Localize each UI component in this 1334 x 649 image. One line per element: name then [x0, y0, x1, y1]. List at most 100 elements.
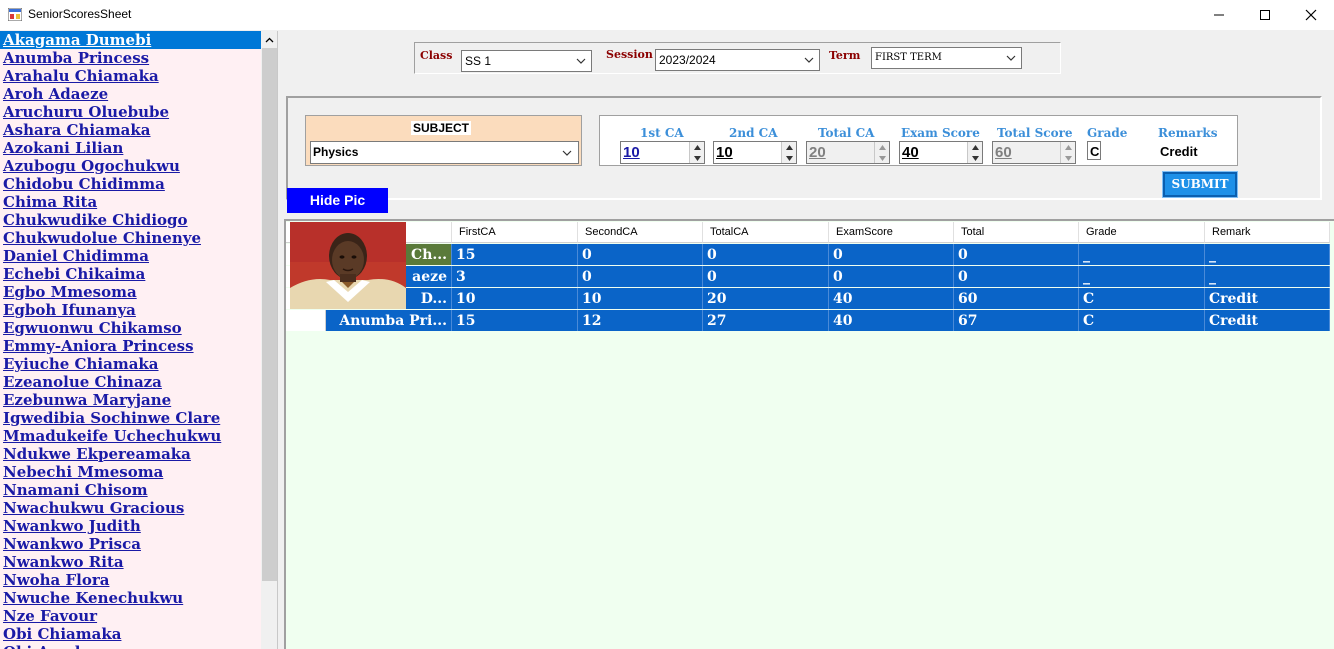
spinner-arrows[interactable] [967, 142, 982, 163]
first-ca-spinner[interactable]: 10 [620, 141, 705, 164]
student-list-item[interactable]: Ashara Chiamaka [0, 121, 261, 139]
table-row[interactable]: Anumba Pri... 15 12 27 40 67 C Credit [286, 310, 1330, 332]
table-cell-total[interactable]: 67 [954, 310, 1079, 331]
table-row[interactable]: D... 10 10 20 40 60 C Credit [286, 288, 1330, 310]
subject-select[interactable]: Physics [310, 141, 579, 164]
spin-up-icon[interactable] [968, 142, 982, 152]
table-cell-firstca[interactable]: 15 [452, 310, 578, 331]
scroll-thumb[interactable] [262, 48, 277, 581]
student-list-item[interactable]: Chukwudolue Chinenye [0, 229, 261, 247]
column-header-remark[interactable]: Remark [1205, 222, 1330, 243]
student-list-item[interactable]: Mmadukeife Uchechukwu [0, 427, 261, 445]
student-list-item[interactable]: Chukwudike Chidiogo [0, 211, 261, 229]
spin-down-icon[interactable] [690, 153, 704, 163]
table-cell-total[interactable]: 0 [954, 266, 1079, 287]
name-cell[interactable]: Anumba Pri... [326, 310, 452, 331]
student-list-item[interactable]: Chima Rita [0, 193, 261, 211]
table-cell-totalca[interactable]: 20 [703, 288, 829, 309]
table-cell-grade[interactable]: _ [1079, 266, 1205, 287]
table-cell-grade[interactable]: C [1079, 310, 1205, 331]
spin-up-icon[interactable] [690, 142, 704, 152]
student-list-item[interactable]: Azokani Lilian [0, 139, 261, 157]
spinner-arrows[interactable] [781, 142, 796, 163]
table-cell-examscore[interactable]: 0 [829, 244, 954, 265]
table-cell-firstca[interactable]: 15 [452, 244, 578, 265]
table-row[interactable]: Ch... 15 0 0 0 0 _ _ [286, 244, 1330, 266]
scroll-up-button[interactable] [261, 31, 277, 48]
grade-field[interactable]: C [1087, 141, 1101, 160]
table-cell-remark[interactable]: _ [1205, 244, 1330, 265]
student-list-item[interactable]: Nwankwo Judith [0, 517, 261, 535]
table-cell-remark[interactable]: Credit [1205, 288, 1330, 309]
table-cell-totalca[interactable]: 0 [703, 266, 829, 287]
student-list-item[interactable]: Akagama Dumebi [0, 31, 261, 49]
column-header-firstca[interactable]: FirstCA [452, 222, 578, 243]
student-list-item[interactable]: Egboh Ifunanya [0, 301, 261, 319]
table-cell-firstca[interactable]: 10 [452, 288, 578, 309]
table-cell-secondca[interactable]: 10 [578, 288, 703, 309]
table-cell-secondca[interactable]: 0 [578, 266, 703, 287]
term-select[interactable]: FIRST TERM [871, 47, 1022, 69]
student-list-item[interactable]: Azubogu Ogochukwu [0, 157, 261, 175]
hide-pic-button[interactable]: Hide Pic [287, 188, 388, 213]
student-list-item[interactable]: Ezeanolue Chinaza [0, 373, 261, 391]
student-list-item[interactable]: Nwankwo Rita [0, 553, 261, 571]
student-list-item[interactable]: Nwachukwu Gracious [0, 499, 261, 517]
student-list-item[interactable]: Nwoha Flora [0, 571, 261, 589]
table-cell-total[interactable]: 60 [954, 288, 1079, 309]
table-cell-remark[interactable]: _ [1205, 266, 1330, 287]
list-scrollbar[interactable] [261, 31, 277, 649]
student-list-item[interactable]: Ndukwe Ekpereamaka [0, 445, 261, 463]
student-list-item[interactable]: Aruchuru Oluebube [0, 103, 261, 121]
session-select[interactable]: 2023/2024 [655, 49, 820, 71]
table-cell-examscore[interactable]: 0 [829, 266, 954, 287]
table-cell-grade[interactable]: _ [1079, 244, 1205, 265]
table-cell-grade[interactable]: C [1079, 288, 1205, 309]
table-cell-secondca[interactable]: 12 [578, 310, 703, 331]
table-cell-firstca[interactable]: 3 [452, 266, 578, 287]
student-list-item[interactable]: Echebi Chikaima [0, 265, 261, 283]
student-list-item[interactable]: Obi Chiamaka [0, 625, 261, 643]
table-cell-examscore[interactable]: 40 [829, 310, 954, 331]
student-list-item[interactable]: Nwankwo Prisca [0, 535, 261, 553]
student-list-item[interactable]: Aroh Adaeze [0, 85, 261, 103]
spin-down-icon[interactable] [968, 153, 982, 163]
student-list-item[interactable]: Obi Amaka [0, 643, 261, 649]
student-list-item[interactable]: Chidobu Chidimma [0, 175, 261, 193]
student-list-item[interactable]: Emmy-Aniora Princess [0, 337, 261, 355]
table-row[interactable]: aeze 3 0 0 0 0 _ _ [286, 266, 1330, 288]
spin-down-icon[interactable] [782, 153, 796, 163]
column-header-total[interactable]: Total [954, 222, 1079, 243]
table-cell-remark[interactable]: Credit [1205, 310, 1330, 331]
table-cell-totalca[interactable]: 27 [703, 310, 829, 331]
second-ca-spinner[interactable]: 10 [713, 141, 797, 164]
column-header-examscore[interactable]: ExamScore [829, 222, 954, 243]
student-listbox[interactable]: Akagama Dumebi Anumba Princess Arahalu Chi… [0, 31, 278, 649]
table-cell-total[interactable]: 0 [954, 244, 1079, 265]
student-list-item[interactable]: Eyiuche Chiamaka [0, 355, 261, 373]
column-header-totalca[interactable]: TotalCA [703, 222, 829, 243]
column-header-secondca[interactable]: SecondCA [578, 222, 703, 243]
table-cell-totalca[interactable]: 0 [703, 244, 829, 265]
minimize-button[interactable] [1196, 0, 1242, 30]
student-list-item[interactable]: Egbo Mmesoma [0, 283, 261, 301]
submit-button[interactable]: SUBMIT [1162, 171, 1238, 198]
spinner-arrows[interactable] [689, 142, 704, 163]
student-list-item[interactable]: Egwuonwu Chikamso [0, 319, 261, 337]
student-list-item[interactable]: Igwedibia Sochinwe Clare [0, 409, 261, 427]
maximize-button[interactable] [1242, 0, 1288, 30]
table-cell-examscore[interactable]: 40 [829, 288, 954, 309]
column-header-grade[interactable]: Grade [1079, 222, 1205, 243]
close-button[interactable] [1288, 0, 1334, 30]
student-list-item[interactable]: Anumba Princess [0, 49, 261, 67]
spin-up-icon[interactable] [782, 142, 796, 152]
student-list-item[interactable]: Ezebunwa Maryjane [0, 391, 261, 409]
class-select[interactable]: SS 1 [461, 50, 592, 72]
student-list-item[interactable]: Nebechi Mmesoma [0, 463, 261, 481]
row-header[interactable] [286, 310, 326, 331]
student-list-item[interactable]: Nnamani Chisom [0, 481, 261, 499]
remarks-field[interactable]: Credit [1158, 142, 1206, 161]
exam-score-spinner[interactable]: 40 [899, 141, 983, 164]
student-list-item[interactable]: Arahalu Chiamaka [0, 67, 261, 85]
student-list-item[interactable]: Nwuche Kenechukwu [0, 589, 261, 607]
